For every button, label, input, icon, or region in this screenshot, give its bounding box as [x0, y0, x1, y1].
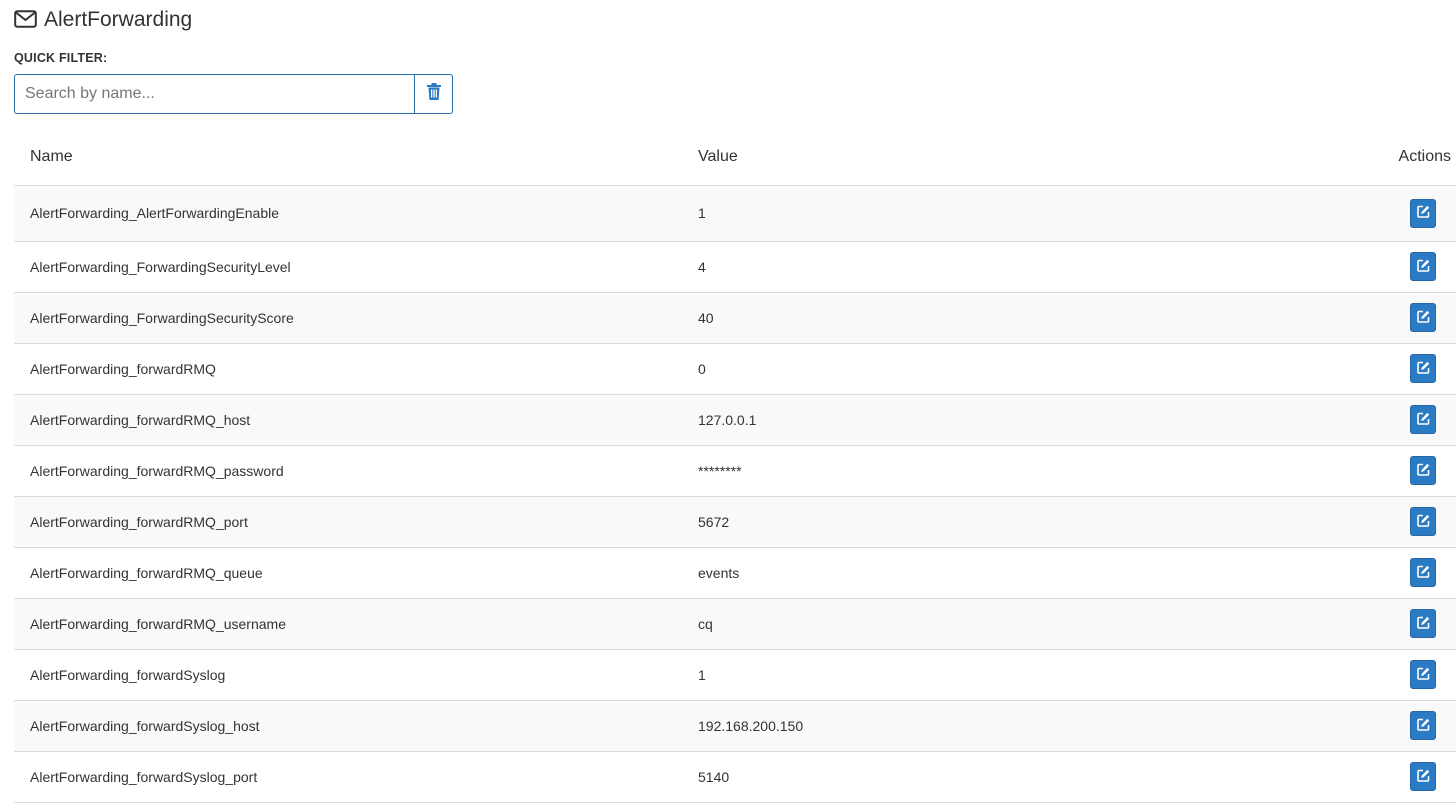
setting-name: AlertForwarding_forwardRMQ_queue [14, 547, 682, 599]
table-row: AlertForwarding_ForwardingSecurityScore 4… [14, 292, 1456, 344]
edit-button[interactable] [1410, 456, 1436, 485]
edit-icon [1416, 259, 1430, 275]
setting-value: 1 [682, 649, 1316, 701]
page-header: AlertForwarding [14, 5, 192, 33]
edit-icon [1416, 565, 1430, 581]
table-row: AlertForwarding_forwardRMQ_username cq [14, 598, 1456, 650]
setting-name: AlertForwarding_ForwardingSecurityLevel [14, 241, 682, 293]
edit-icon [1416, 514, 1430, 530]
setting-name: AlertForwarding_ForwardingSecurityScore [14, 292, 682, 344]
row-actions [1316, 649, 1456, 701]
setting-value: 4 [682, 241, 1316, 293]
edit-icon [1416, 412, 1430, 428]
edit-button[interactable] [1410, 609, 1436, 638]
edit-button[interactable] [1410, 354, 1436, 383]
edit-icon [1416, 616, 1430, 632]
row-actions [1316, 496, 1456, 548]
edit-button[interactable] [1410, 303, 1436, 332]
table-row: AlertForwarding_forwardSyslog_port 5140 [14, 751, 1456, 803]
setting-value: 0 [682, 343, 1316, 395]
search-input[interactable] [14, 74, 414, 114]
column-header-value[interactable]: Value [682, 130, 1316, 186]
row-actions [1316, 185, 1456, 242]
column-header-name[interactable]: Name [14, 130, 682, 186]
table-row: AlertForwarding_forwardRMQ_password *****… [14, 445, 1456, 497]
setting-name: AlertForwarding_forwardSyslog_port [14, 751, 682, 803]
setting-value: 5140 [682, 751, 1316, 803]
edit-icon [1416, 310, 1430, 326]
column-header-actions: Actions [1316, 130, 1456, 186]
table-row: AlertForwarding_forwardRMQ_port 5672 [14, 496, 1456, 548]
row-actions [1316, 343, 1456, 395]
edit-button[interactable] [1410, 405, 1436, 434]
setting-value: ******** [682, 445, 1316, 497]
setting-value: 40 [682, 292, 1316, 344]
row-actions [1316, 598, 1456, 650]
edit-button[interactable] [1410, 762, 1436, 791]
edit-button[interactable] [1410, 252, 1436, 281]
table-body: AlertForwarding_AlertForwardingEnable 1 Al… [14, 185, 1456, 803]
row-actions [1316, 700, 1456, 752]
settings-table: Name Value Actions AlertForwarding_Alert… [14, 130, 1456, 803]
table-row: AlertForwarding_forwardRMQ_queue events [14, 547, 1456, 599]
setting-name: AlertForwarding_forwardSyslog_host [14, 700, 682, 752]
table-header: Name Value Actions [14, 130, 1456, 186]
setting-value: 127.0.0.1 [682, 394, 1316, 446]
row-actions [1316, 394, 1456, 446]
trash-icon [426, 83, 441, 105]
edit-icon [1416, 718, 1430, 734]
setting-name: AlertForwarding_forwardRMQ [14, 343, 682, 395]
edit-button[interactable] [1410, 558, 1436, 587]
setting-name: AlertForwarding_forwardRMQ_port [14, 496, 682, 548]
row-actions [1316, 292, 1456, 344]
quick-filter-group [14, 74, 453, 114]
table-row: AlertForwarding_forwardSyslog 1 [14, 649, 1456, 701]
setting-name: AlertForwarding_forwardRMQ_host [14, 394, 682, 446]
edit-button[interactable] [1410, 198, 1436, 228]
row-actions [1316, 547, 1456, 599]
edit-icon [1416, 205, 1430, 221]
row-actions [1316, 751, 1456, 803]
table-row: AlertForwarding_forwardSyslog_host 192.16… [14, 700, 1456, 752]
edit-button[interactable] [1410, 711, 1436, 740]
setting-name: AlertForwarding_forwardRMQ_username [14, 598, 682, 650]
setting-value: cq [682, 598, 1316, 650]
quick-filter-label: QUICK FILTER: [14, 51, 108, 65]
setting-name: AlertForwarding_AlertForwardingEnable [14, 185, 682, 242]
table-row: AlertForwarding_forwardRMQ 0 [14, 343, 1456, 395]
edit-icon [1416, 463, 1430, 479]
page: AlertForwarding QUICK FILTER: Name Value [0, 0, 1456, 804]
table-row: AlertForwarding_forwardRMQ_host 127.0.0.1 [14, 394, 1456, 446]
edit-icon [1416, 769, 1430, 785]
setting-value: 192.168.200.150 [682, 700, 1316, 752]
setting-name: AlertForwarding_forwardRMQ_password [14, 445, 682, 497]
table-row: AlertForwarding_AlertForwardingEnable 1 [14, 185, 1456, 242]
setting-name: AlertForwarding_forwardSyslog [14, 649, 682, 701]
table-row: AlertForwarding_ForwardingSecurityLevel 4 [14, 241, 1456, 293]
edit-icon [1416, 667, 1430, 683]
setting-value: 5672 [682, 496, 1316, 548]
setting-value: 1 [682, 185, 1316, 242]
envelope-icon [14, 9, 38, 29]
edit-button[interactable] [1410, 507, 1436, 536]
edit-button[interactable] [1410, 660, 1436, 689]
setting-value: events [682, 547, 1316, 599]
edit-icon [1416, 361, 1430, 377]
row-actions [1316, 241, 1456, 293]
row-actions [1316, 445, 1456, 497]
clear-filter-button[interactable] [414, 74, 453, 114]
page-title: AlertForwarding [44, 7, 193, 31]
